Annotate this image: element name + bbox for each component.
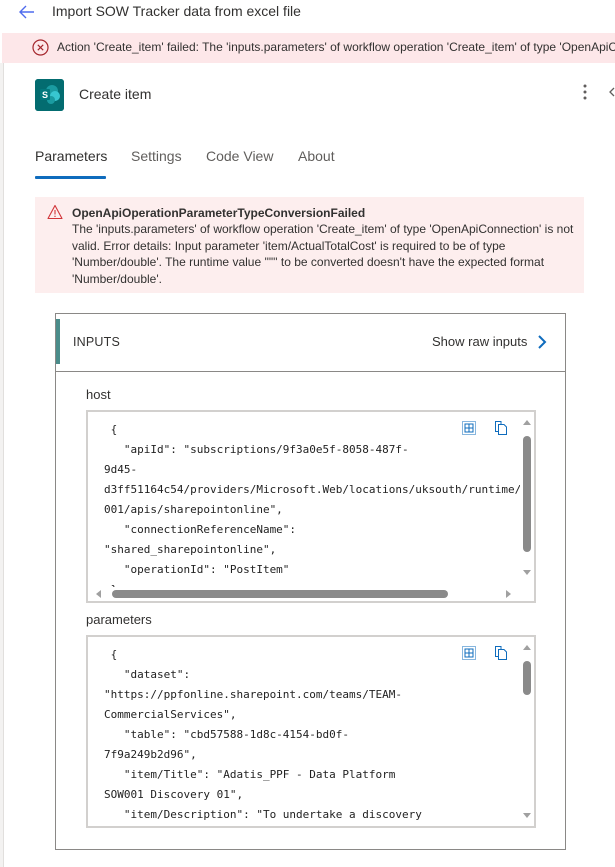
error-circle-icon <box>32 39 49 56</box>
inputs-header: INPUTS Show raw inputs <box>56 314 565 372</box>
panel-divider <box>0 63 4 867</box>
scroll-right-arrow[interactable] <box>506 590 511 598</box>
scroll-down-arrow[interactable] <box>523 570 531 575</box>
host-code: { "apiId": "subscriptions/9f3a0e5f-8058-… <box>104 423 522 596</box>
chevron-right-icon[interactable] <box>536 334 548 350</box>
scroll-thumb[interactable] <box>523 661 531 695</box>
tab-code-view[interactable]: Code View <box>206 148 273 164</box>
scroll-down-arrow[interactable] <box>523 813 531 818</box>
more-vertical-icon[interactable] <box>578 82 592 102</box>
scroll-thumb[interactable] <box>523 436 531 552</box>
error-code: OpenApiOperationParameterTypeConversionF… <box>72 206 366 220</box>
copy-icon[interactable] <box>494 420 508 436</box>
tab-parameters[interactable]: Parameters <box>35 148 107 164</box>
failure-banner: Action 'Create_item' failed: The 'inputs… <box>2 33 615 63</box>
action-header: S Create item <box>0 64 615 124</box>
failure-message: Action 'Create_item' failed: The 'inputs… <box>57 40 615 54</box>
active-tab-indicator <box>35 176 106 179</box>
inputs-accent-bar <box>56 319 60 364</box>
tab-about[interactable]: About <box>298 148 335 164</box>
inputs-panel: INPUTS Show raw inputs host { "apiId": "… <box>55 313 566 850</box>
arrow-left-icon[interactable] <box>17 2 37 22</box>
warning-triangle-icon <box>47 204 63 220</box>
table-view-icon[interactable] <box>462 421 476 435</box>
sharepoint-icon: S <box>35 79 64 111</box>
table-view-icon[interactable] <box>462 646 476 660</box>
parameters-code-box: { "dataset": "https://ppfonline.sharepoi… <box>86 635 536 828</box>
host-vertical-scrollbar[interactable] <box>520 412 534 587</box>
show-raw-inputs-link[interactable]: Show raw inputs <box>432 334 527 349</box>
scroll-up-arrow[interactable] <box>523 645 531 650</box>
parameters-vertical-scrollbar[interactable] <box>520 637 534 826</box>
inputs-title: INPUTS <box>73 335 121 349</box>
tab-settings[interactable]: Settings <box>131 148 182 164</box>
error-details: The 'inputs.parameters' of workflow oper… <box>72 222 574 286</box>
action-title: Create item <box>79 86 152 102</box>
parameters-code: { "dataset": "https://ppfonline.sharepoi… <box>104 648 422 821</box>
collapse-panel-icon[interactable] <box>609 84 615 100</box>
scroll-thumb[interactable] <box>112 590 448 598</box>
host-code-box: { "apiId": "subscriptions/9f3a0e5f-8058-… <box>86 410 536 603</box>
copy-icon[interactable] <box>494 645 508 661</box>
host-horizontal-scrollbar[interactable] <box>88 587 520 601</box>
tab-bar: Parameters Settings Code View About <box>0 140 615 180</box>
scroll-up-arrow[interactable] <box>523 420 531 425</box>
flow-title: Import SOW Tracker data from excel file <box>52 3 301 19</box>
svg-text:S: S <box>42 90 48 100</box>
field-label-parameters: parameters <box>86 612 152 627</box>
field-label-host: host <box>86 387 111 402</box>
error-message-box: OpenApiOperationParameterTypeConversionF… <box>35 197 584 293</box>
top-bar: Import SOW Tracker data from excel file <box>0 0 615 24</box>
scroll-left-arrow[interactable] <box>96 590 101 598</box>
